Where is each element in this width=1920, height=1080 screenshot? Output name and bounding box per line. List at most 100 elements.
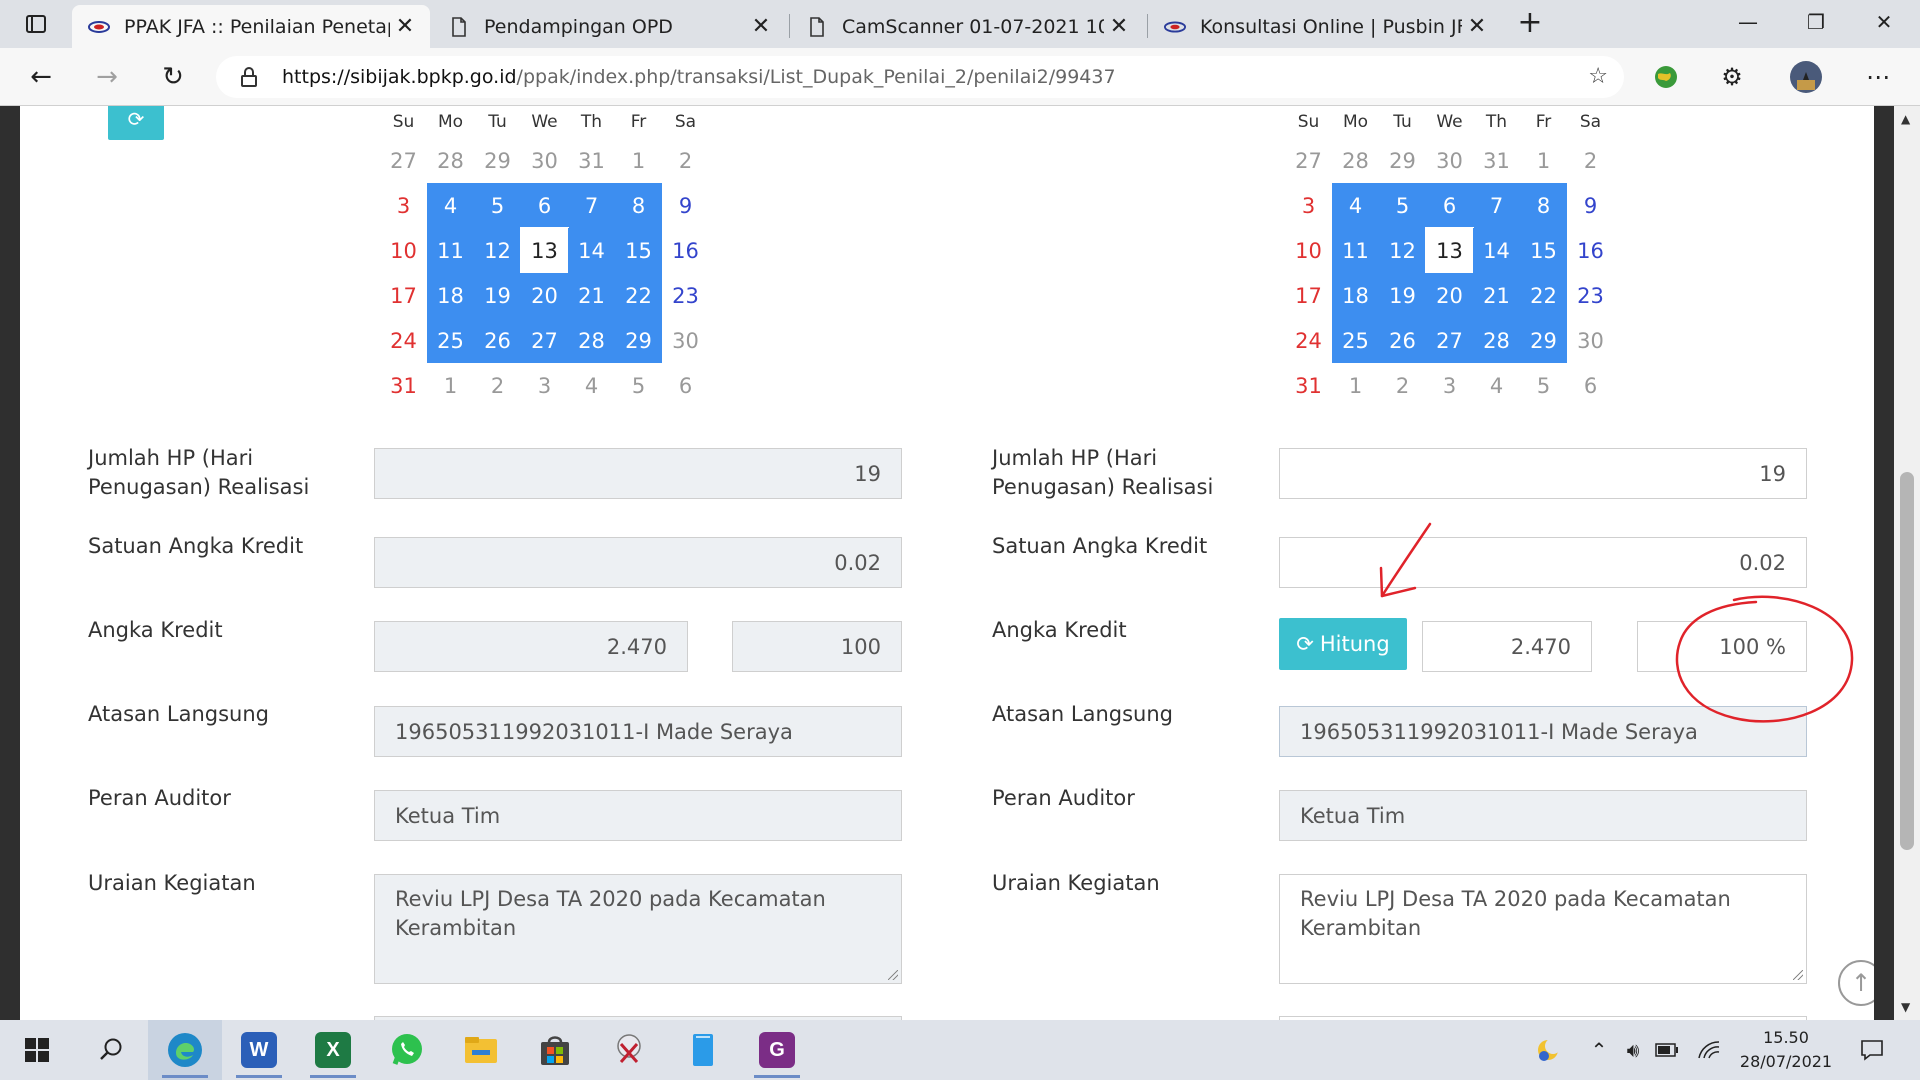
show-hidden-icons-chevron-icon[interactable]: ⌃ xyxy=(1584,1020,1614,1080)
calendar-day[interactable]: 27 xyxy=(521,318,568,363)
add-favorite-icon[interactable]: ☆ xyxy=(1588,64,1608,89)
calendar-day[interactable]: 6 xyxy=(662,363,709,408)
calendar-day[interactable]: 14 xyxy=(568,228,615,273)
battery-icon[interactable] xyxy=(1652,1020,1682,1080)
calendar-day[interactable]: 18 xyxy=(427,273,474,318)
calendar-day[interactable]: 31 xyxy=(1473,138,1520,183)
calendar-day[interactable]: 15 xyxy=(615,228,662,273)
calendar-day[interactable]: 13 xyxy=(1425,227,1474,274)
calendar-day[interactable]: 26 xyxy=(474,318,521,363)
jumlah-hp-field[interactable]: 19 xyxy=(374,448,902,499)
calendar-day[interactable]: 21 xyxy=(1473,273,1520,318)
start-button[interactable] xyxy=(0,1020,74,1080)
calendar-day[interactable]: 30 xyxy=(1426,138,1473,183)
uraian-kegiatan-textarea[interactable]: Reviu LPJ Desa TA 2020 pada Kecamatan Ke… xyxy=(374,874,902,984)
calendar-day[interactable]: 16 xyxy=(1567,228,1614,273)
scroll-down-icon[interactable]: ▼ xyxy=(1901,1000,1910,1014)
refresh-button[interactable]: ⟳ xyxy=(108,106,164,140)
angka-kredit-field[interactable]: 2.470 xyxy=(1422,621,1592,672)
lock-icon[interactable] xyxy=(238,66,260,88)
calendar-day[interactable]: 18 xyxy=(1332,273,1379,318)
hitung-button[interactable]: ⟳ Hitung xyxy=(1279,618,1407,670)
calendar-day[interactable]: 2 xyxy=(474,363,521,408)
calendar-day[interactable]: 28 xyxy=(427,138,474,183)
taskbar-whatsapp[interactable] xyxy=(370,1020,444,1080)
tab-ppak-jfa[interactable]: PPAK JFA :: Penilaian Penetapan A ✕ xyxy=(72,5,430,48)
calendar-day[interactable]: 7 xyxy=(1473,183,1520,228)
more-menu-icon[interactable]: ⋯ xyxy=(1860,60,1896,94)
calendar-day[interactable]: 31 xyxy=(1285,363,1332,408)
volume-icon[interactable]: 🔊︎ xyxy=(1618,1020,1648,1080)
calendar-day[interactable]: 17 xyxy=(1285,273,1332,318)
peran-auditor-field[interactable]: Ketua Tim xyxy=(1279,790,1807,841)
back-button[interactable]: ← xyxy=(22,59,60,95)
calendar-day[interactable]: 27 xyxy=(380,138,427,183)
calendar-day[interactable]: 6 xyxy=(1426,183,1473,228)
calendar-day[interactable]: 4 xyxy=(427,183,474,228)
calendar-day[interactable]: 5 xyxy=(615,363,662,408)
calendar-day[interactable]: 30 xyxy=(662,318,709,363)
calendar-day[interactable]: 22 xyxy=(1520,273,1567,318)
calendar-day[interactable]: 21 xyxy=(568,273,615,318)
taskbar-notepad[interactable] xyxy=(666,1020,740,1080)
satuan-angka-kredit-field[interactable]: 0.02 xyxy=(374,537,902,588)
taskbar-excel[interactable]: X xyxy=(296,1020,370,1080)
calendar-day[interactable]: 2 xyxy=(1379,363,1426,408)
calendar-day[interactable]: 17 xyxy=(380,273,427,318)
address-bar[interactable]: https://sibijak.bpkp.go.id/ppak/index.ph… xyxy=(216,56,1624,98)
calendar-day[interactable]: 24 xyxy=(1285,318,1332,363)
calendar-day[interactable]: 1 xyxy=(1332,363,1379,408)
calendar-day[interactable]: 1 xyxy=(615,138,662,183)
calendar-day[interactable]: 30 xyxy=(521,138,568,183)
taskbar-file-explorer[interactable] xyxy=(444,1020,518,1080)
calendar-day[interactable]: 5 xyxy=(474,183,521,228)
calendar-day[interactable]: 3 xyxy=(521,363,568,408)
system-clock[interactable]: 15.50 28/07/2021 xyxy=(1736,1026,1836,1074)
satuan-angka-kredit-field[interactable]: 0.02 xyxy=(1279,537,1807,588)
close-icon[interactable]: ✕ xyxy=(746,14,776,39)
close-icon[interactable]: ✕ xyxy=(390,14,420,39)
atasan-langsung-field[interactable]: 196505311992031011-I Made Seraya xyxy=(374,706,902,757)
calendar-day[interactable]: 11 xyxy=(427,228,474,273)
peran-auditor-field[interactable]: Ketua Tim xyxy=(374,790,902,841)
calendar-day[interactable]: 29 xyxy=(1520,318,1567,363)
calendar-day[interactable]: 19 xyxy=(1379,273,1426,318)
calendar-day[interactable]: 20 xyxy=(1426,273,1473,318)
tab-pendampingan-opd[interactable]: Pendampingan OPD ✕ xyxy=(432,5,786,48)
taskbar-pdf-app[interactable]: G xyxy=(740,1020,814,1080)
taskbar-word[interactable]: W xyxy=(222,1020,296,1080)
calendar-day[interactable]: 4 xyxy=(568,363,615,408)
new-tab-button[interactable]: + xyxy=(1512,8,1548,40)
minimize-button[interactable]: — xyxy=(1714,0,1782,44)
calendar-day[interactable]: 25 xyxy=(1332,318,1379,363)
calendar-day[interactable]: 5 xyxy=(1520,363,1567,408)
extensions-puzzle-icon[interactable]: ⚙ xyxy=(1714,60,1750,94)
jumlah-hp-field[interactable]: 19 xyxy=(1279,448,1807,499)
profile-avatar[interactable] xyxy=(1788,60,1824,94)
taskbar-snipping-tool[interactable] xyxy=(592,1020,666,1080)
page-scrollbar[interactable]: ▲ ▼ xyxy=(1894,106,1920,1020)
calendar-day[interactable]: 23 xyxy=(662,273,709,318)
reload-button[interactable]: ↻ xyxy=(154,59,192,95)
calendar-day[interactable]: 8 xyxy=(615,183,662,228)
calendar-day[interactable]: 23 xyxy=(1567,273,1614,318)
close-window-button[interactable]: ✕ xyxy=(1850,0,1918,44)
taskbar-edge[interactable] xyxy=(148,1020,222,1080)
calendar-day[interactable]: 1 xyxy=(1520,138,1567,183)
calendar-day[interactable]: 1 xyxy=(427,363,474,408)
calendar-day[interactable]: 29 xyxy=(615,318,662,363)
calendar-day[interactable]: 28 xyxy=(1473,318,1520,363)
calendar-day[interactable]: 22 xyxy=(615,273,662,318)
calendar-day[interactable]: 13 xyxy=(520,227,569,274)
tab-konsultasi-online[interactable]: Konsultasi Online | Pusbin JFA ✕ xyxy=(1148,5,1502,48)
calendar-day[interactable]: 28 xyxy=(568,318,615,363)
calendar-day[interactable]: 6 xyxy=(1567,363,1614,408)
calendar-day[interactable]: 3 xyxy=(1285,183,1332,228)
calendar-day[interactable]: 31 xyxy=(568,138,615,183)
calendar-day[interactable]: 14 xyxy=(1473,228,1520,273)
calendar-day[interactable]: 20 xyxy=(521,273,568,318)
calendar-day[interactable]: 19 xyxy=(474,273,521,318)
calendar-day[interactable]: 16 xyxy=(662,228,709,273)
calendar-day[interactable]: 11 xyxy=(1332,228,1379,273)
notifications-icon[interactable] xyxy=(1850,1020,1894,1080)
